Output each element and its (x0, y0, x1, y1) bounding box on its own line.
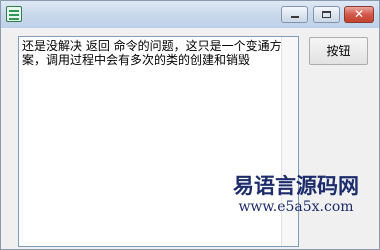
watermark: 易语言源码网 www.e5a5x.com (216, 174, 376, 216)
editor-text[interactable]: 还是没解决 返回 命令的问题，这只是一个变通方案，调用过程中会有多次的类的创建和… (22, 39, 282, 67)
close-icon: ✕ (353, 7, 365, 21)
maximize-icon (322, 11, 331, 18)
minimize-button[interactable] (281, 6, 308, 23)
action-button[interactable]: 按钮 (309, 37, 368, 65)
minimize-icon (291, 16, 299, 18)
close-button[interactable]: ✕ (344, 6, 374, 23)
app-window: ✕ 还是没解决 返回 命令的问题，这只是一个变通方案，调用过程中会有多次的类的创… (0, 0, 380, 250)
maximize-button[interactable] (313, 6, 340, 23)
app-icon[interactable] (6, 6, 22, 22)
title-bar[interactable]: ✕ (1, 1, 379, 28)
watermark-title: 易语言源码网 (233, 173, 359, 198)
watermark-url: www.e5a5x.com (238, 199, 354, 215)
